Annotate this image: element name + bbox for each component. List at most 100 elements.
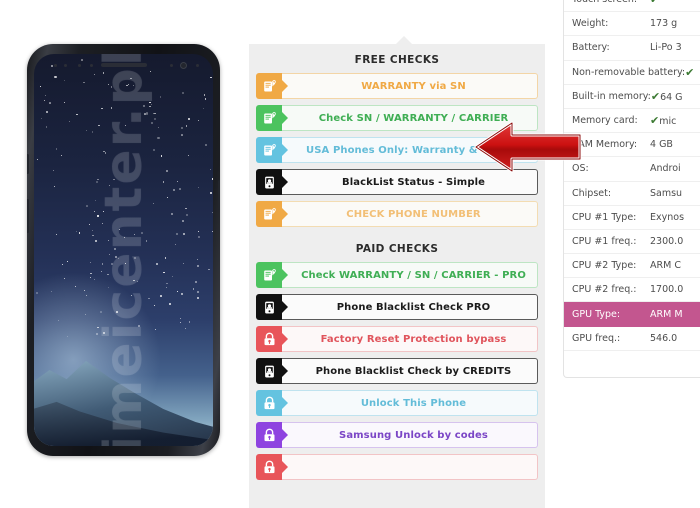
spec-value: 173 g [650, 18, 678, 30]
spec-key: CPU #1 Type: [572, 211, 637, 223]
check-button[interactable]: USA Phones Only: Warranty & Carrier [256, 137, 538, 163]
blacklist-phone-icon [264, 176, 274, 188]
check-button-icon-tab [256, 73, 282, 99]
spec-key: Battery: [572, 42, 610, 54]
check-button-label: USA Phones Only: Warranty & Carrier [282, 137, 538, 163]
check-button-icon-tab [256, 390, 282, 416]
sensor-dot [54, 64, 57, 67]
check-button-row: USA Phones Only: Warranty & Carrier [249, 137, 545, 169]
phone-check-icon [263, 79, 276, 91]
spec-key: Weight: [572, 18, 609, 30]
spec-value: Samsu [650, 187, 683, 199]
check-button-icon-tab [256, 422, 282, 448]
phone-check-icon [263, 268, 276, 280]
sensor-dot [78, 64, 81, 67]
spec-value: 4 GB [650, 139, 673, 151]
phone-check-icon [263, 111, 276, 123]
check-button[interactable]: Phone Blacklist Check PRO [256, 294, 538, 320]
spec-value: ARM C [650, 260, 681, 272]
spec-key: GPU Type: [572, 308, 621, 320]
spec-row: GPU freq.: 546.0 [564, 327, 700, 351]
check-button-icon-tab [256, 201, 282, 227]
blacklist-phone-icon [264, 365, 274, 377]
check-button-row: Unlock This Phone [249, 390, 545, 422]
checkmark-icon: ✔ [685, 65, 695, 79]
spec-row: GPU Type: ARM M [564, 302, 700, 327]
check-button[interactable]: CHECK PHONE NUMBER [256, 201, 538, 227]
spec-value: Androi [650, 163, 681, 175]
phone-image-column: imeicenter.pl [0, 0, 248, 508]
check-button-label: Samsung Unlock by codes [282, 422, 538, 448]
spec-value: 2300.0 [650, 235, 684, 247]
phone-device-image: imeicenter.pl [27, 44, 220, 456]
spec-key: Non-removable battery: [572, 66, 686, 78]
spec-value: ARM M [650, 308, 683, 320]
checkmark-icon: ✔ [650, 0, 659, 6]
padlock-icon [264, 332, 274, 345]
spec-row: Non-removable battery: ✔ [564, 61, 700, 85]
spec-row: Weight: 173 g [564, 12, 700, 37]
check-button[interactable]: Unlock This Phone [256, 390, 538, 416]
phone-screen: imeicenter.pl [34, 54, 213, 446]
check-button-row: Samsung Unlock by codes [249, 422, 545, 454]
check-button-row: Phone Blacklist Check by CREDITS [249, 358, 545, 390]
spec-key: CPU #2 Type: [572, 260, 637, 272]
spec-value: 546.0 [650, 332, 678, 344]
spec-row: CPU #1 freq.: 2300.0 [564, 230, 700, 255]
paid-checks-heading: PAID CHECKS [355, 243, 439, 255]
paid-checks-list: Check WARRANTY / SN / CARRIER - PRO Phone… [249, 262, 545, 486]
check-button-label: Check WARRANTY / SN / CARRIER - PRO [282, 262, 538, 288]
spec-row: Battery: Li-Po 3 [564, 36, 700, 61]
check-button[interactable]: BlackList Status - Simple [256, 169, 538, 195]
spec-value: Exynos [650, 211, 685, 223]
padlock-icon [264, 396, 274, 409]
check-button-icon-tab [256, 105, 282, 131]
spec-key: Chipset: [572, 187, 612, 199]
checkmark-icon: ✔ [650, 114, 660, 128]
check-button-label: Check SN / WARRANTY / CARRIER [282, 105, 538, 131]
check-button-label: Factory Reset Protection bypass [282, 326, 538, 352]
check-button[interactable] [256, 454, 538, 480]
check-button-label: CHECK PHONE NUMBER [282, 201, 538, 227]
check-button-row: Check WARRANTY / SN / CARRIER - PRO [249, 262, 545, 294]
checkmark-icon: ✔ [650, 89, 661, 103]
spec-key: Touch screen: [572, 0, 650, 5]
spec-row: Built-in memory: ✔64 G [564, 85, 700, 109]
sensor-dot [64, 64, 67, 67]
check-button[interactable]: Factory Reset Protection bypass [256, 326, 538, 352]
specifications-table: Touch screen:✔Weight:173 gBattery:Li-Po … [563, 0, 700, 378]
sensor-dot [90, 64, 93, 67]
spec-row: CPU #2 Type: ARM C [564, 254, 700, 279]
phone-volume-up-button [27, 154, 29, 174]
spec-value: Li-Po 3 [650, 42, 682, 54]
free-checks-heading: FREE CHECKS [354, 54, 440, 66]
spec-row: CPU #2 freq.: 1700.0 [564, 278, 700, 303]
sensor-dot [196, 64, 199, 67]
check-button-label: WARRANTY via SN [282, 73, 538, 99]
spec-value: ✔64 G [651, 90, 700, 103]
phone-check-icon [263, 207, 276, 219]
spec-row: CPU #1 Type: Exynos [564, 206, 700, 230]
check-button[interactable]: Phone Blacklist Check by CREDITS [256, 358, 538, 384]
check-button-icon-tab [256, 454, 282, 480]
check-button[interactable]: WARRANTY via SN [256, 73, 538, 99]
check-button-label: Phone Blacklist Check PRO [282, 294, 538, 320]
front-camera-icon [180, 62, 187, 69]
check-button-row: BlackList Status - Simple [249, 169, 545, 201]
spec-key: Built-in memory: [572, 90, 651, 102]
spec-row: Touch screen:✔ [564, 0, 700, 13]
spec-value: ✔ [685, 66, 700, 79]
spec-key: RAM Memory: [572, 139, 638, 151]
spec-value-text: mic [659, 116, 677, 128]
check-button[interactable]: Check WARRANTY / SN / CARRIER - PRO [256, 262, 538, 288]
blacklist-phone-icon [264, 301, 274, 313]
spec-row: Chipset: Samsu [564, 182, 700, 206]
check-button[interactable]: Samsung Unlock by codes [256, 422, 538, 448]
check-options-panel: FREE CHECKS WARRANTY via SN Check SN / WA… [249, 44, 545, 508]
check-button-label: Phone Blacklist Check by CREDITS [282, 358, 538, 384]
free-checks-list: WARRANTY via SN Check SN / WARRANTY / CAR… [249, 73, 545, 233]
check-button-row: Phone Blacklist Check PRO [249, 294, 545, 326]
check-button[interactable]: Check SN / WARRANTY / CARRIER [256, 105, 538, 131]
spec-value: ✔mic [650, 114, 700, 127]
check-button-icon-tab [256, 137, 282, 163]
